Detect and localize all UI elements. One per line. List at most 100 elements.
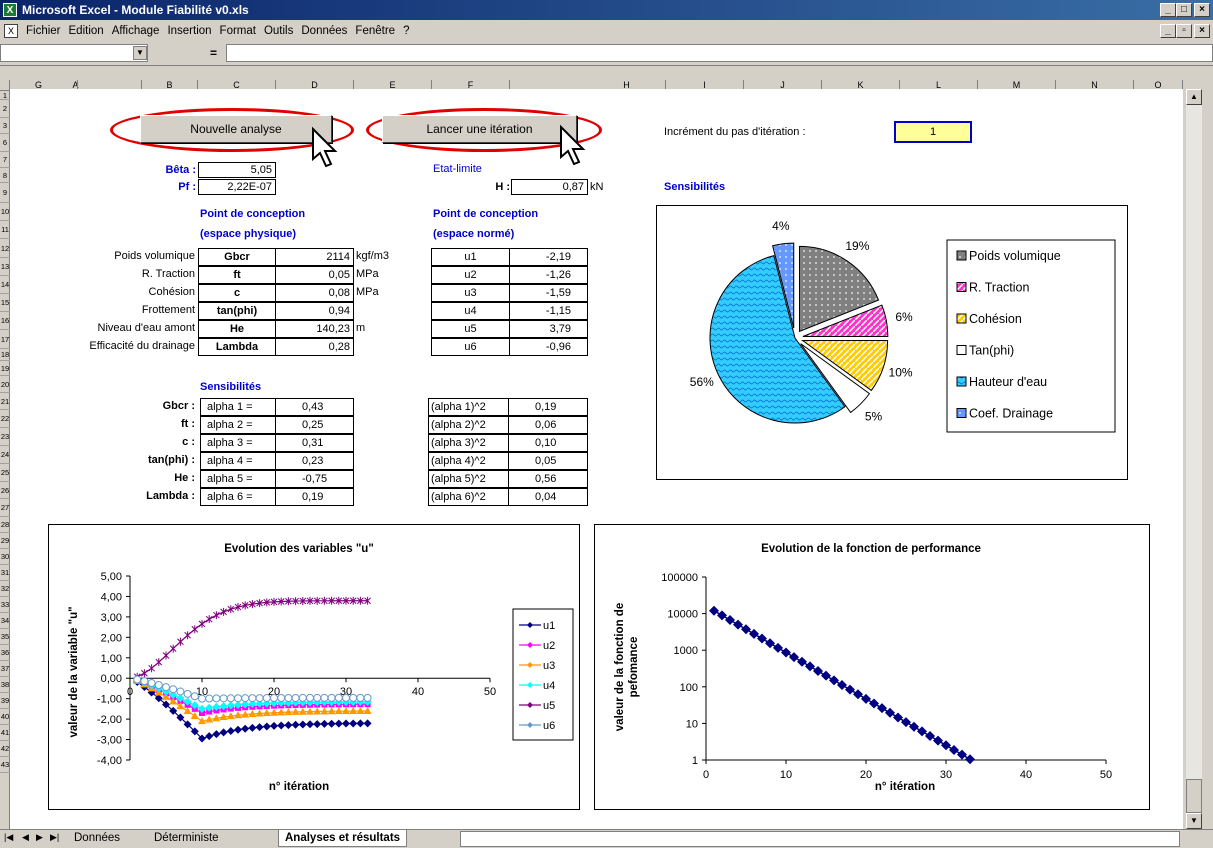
doc-minimize-button[interactable]: _ <box>1160 24 1176 38</box>
row-header[interactable]: 40 <box>0 709 10 725</box>
u-variables-chart[interactable]: Evolution des variables "u" 5,00 4,00 3,00 2… <box>48 524 580 810</box>
alpha-value[interactable]: 0,31 <box>275 434 354 452</box>
row-header[interactable]: 14 <box>0 276 10 294</box>
normed-symbol[interactable]: u1 <box>431 248 510 266</box>
alpha-squared-value[interactable]: 0,19 <box>508 398 588 416</box>
alpha-value[interactable]: 0,25 <box>275 416 354 434</box>
alpha-squared-label[interactable]: (alpha 3)^2 <box>428 434 509 452</box>
row-header[interactable]: 22 <box>0 410 10 428</box>
alpha-squared-label[interactable]: (alpha 4)^2 <box>428 452 509 470</box>
alpha-squared-value[interactable]: 0,04 <box>508 488 588 506</box>
row-header[interactable]: 6 <box>0 134 10 152</box>
variable-symbol[interactable]: c <box>198 284 276 302</box>
row-header[interactable]: 41 <box>0 725 10 741</box>
normed-value[interactable]: -0,96 <box>509 338 588 356</box>
row-header[interactable]: 36 <box>0 645 10 661</box>
scroll-thumb[interactable] <box>1186 779 1202 813</box>
row-header[interactable]: 19 <box>0 361 10 376</box>
close-button[interactable]: × <box>1194 3 1210 17</box>
normed-value[interactable]: -1,59 <box>509 284 588 302</box>
row-header[interactable]: 20 <box>0 376 10 393</box>
menu-fenetre[interactable]: Fenêtre <box>351 20 399 42</box>
tab-donnees[interactable]: Données <box>68 830 126 847</box>
alpha-value[interactable]: 0,23 <box>275 452 354 470</box>
tab-first-icon[interactable]: |◀ <box>4 832 13 843</box>
tab-last-icon[interactable]: ▶| <box>50 832 59 843</box>
variable-value[interactable]: 0,28 <box>275 338 354 356</box>
alpha-squared-value[interactable]: 0,56 <box>508 470 588 488</box>
row-header[interactable]: 39 <box>0 693 10 709</box>
normed-value[interactable]: -1,26 <box>509 266 588 284</box>
variable-symbol[interactable]: He <box>198 320 276 338</box>
normed-value[interactable]: -1,15 <box>509 302 588 320</box>
alpha-squared-value[interactable]: 0,10 <box>508 434 588 452</box>
pie-chart[interactable]: 19% 6% 10% 5% 56% 4% Poids volumique R. Tractio… <box>656 205 1128 480</box>
menu-format[interactable]: Format <box>216 20 260 42</box>
row-header[interactable]: 12 <box>0 239 10 258</box>
row-header[interactable]: 31 <box>0 565 10 581</box>
beta-value[interactable]: 5,05 <box>198 162 276 178</box>
row-header[interactable]: 9 <box>0 183 10 203</box>
row-header[interactable]: 25 <box>0 464 10 482</box>
variable-value[interactable]: 0,08 <box>275 284 354 302</box>
normed-value[interactable]: -2,19 <box>509 248 588 266</box>
chevron-down-icon[interactable]: ▼ <box>133 46 147 60</box>
minimize-button[interactable]: _ <box>1160 3 1176 17</box>
variable-value[interactable]: 2114 <box>275 248 354 266</box>
row-header[interactable]: 32 <box>0 581 10 597</box>
menu-outils[interactable]: Outils <box>260 20 297 42</box>
row-header[interactable]: 15 <box>0 294 10 312</box>
tab-analyses-resultats[interactable]: Analyses et résultats <box>278 830 408 847</box>
doc-restore-button[interactable]: ▫ <box>1176 24 1192 38</box>
doc-close-button[interactable]: × <box>1194 24 1210 38</box>
alpha-squared-label[interactable]: (alpha 2)^2 <box>428 416 509 434</box>
row-header[interactable]: 38 <box>0 677 10 693</box>
row-header[interactable]: 13 <box>0 258 10 276</box>
row-header[interactable]: 37 <box>0 661 10 677</box>
name-box[interactable] <box>0 44 148 62</box>
variable-value[interactable]: 140,23 <box>275 320 354 338</box>
normed-symbol[interactable]: u2 <box>431 266 510 284</box>
run-iteration-button[interactable]: Lancer une itération <box>382 115 577 143</box>
row-header[interactable]: 23 <box>0 428 10 446</box>
row-header[interactable]: 27 <box>0 499 10 517</box>
alpha-label[interactable]: alpha 5 = <box>200 470 276 488</box>
alpha-squared-label[interactable]: (alpha 5)^2 <box>428 470 509 488</box>
row-header[interactable]: 43 <box>0 757 10 773</box>
workbook-icon[interactable]: X <box>4 24 18 38</box>
variable-symbol[interactable]: tan(phi) <box>198 302 276 320</box>
normed-symbol[interactable]: u3 <box>431 284 510 302</box>
alpha-label[interactable]: alpha 2 = <box>200 416 276 434</box>
alpha-squared-label[interactable]: (alpha 6)^2 <box>428 488 509 506</box>
tab-prev-icon[interactable]: ◀ <box>22 832 29 843</box>
h-value[interactable]: 0,87 <box>511 179 588 195</box>
pf-value[interactable]: 2,22E-07 <box>198 179 276 195</box>
alpha-label[interactable]: alpha 4 = <box>200 452 276 470</box>
alpha-value[interactable]: 0,19 <box>275 488 354 506</box>
menu-donnees[interactable]: Données <box>297 20 351 42</box>
menu-help[interactable]: ? <box>399 20 413 42</box>
variable-symbol[interactable]: Gbcr <box>198 248 276 266</box>
variable-symbol[interactable]: ft <box>198 266 276 284</box>
row-header[interactable]: 18 <box>0 349 10 361</box>
alpha-label[interactable]: alpha 6 = <box>200 488 276 506</box>
alpha-value[interactable]: -0,75 <box>275 470 354 488</box>
row-header[interactable]: 34 <box>0 613 10 629</box>
variable-symbol[interactable]: Lambda <box>198 338 276 356</box>
row-header[interactable]: 29 <box>0 533 10 549</box>
row-header[interactable]: 24 <box>0 446 10 464</box>
horizontal-scrollbar[interactable] <box>460 831 1180 847</box>
row-header[interactable]: 42 <box>0 741 10 757</box>
row-header[interactable]: 17 <box>0 330 10 349</box>
normed-symbol[interactable]: u5 <box>431 320 510 338</box>
new-analysis-button[interactable]: Nouvelle analyse <box>140 115 332 143</box>
row-header[interactable]: 11 <box>0 221 10 239</box>
menu-fichier[interactable]: Fichier <box>22 20 65 42</box>
menu-edition[interactable]: Edition <box>65 20 108 42</box>
formula-input[interactable] <box>226 44 1213 62</box>
alpha-squared-value[interactable]: 0,06 <box>508 416 588 434</box>
row-header[interactable]: 2 <box>0 100 10 118</box>
row-header[interactable]: 26 <box>0 482 10 499</box>
row-header[interactable]: 10 <box>0 203 10 221</box>
row-header[interactable]: 8 <box>0 168 10 183</box>
